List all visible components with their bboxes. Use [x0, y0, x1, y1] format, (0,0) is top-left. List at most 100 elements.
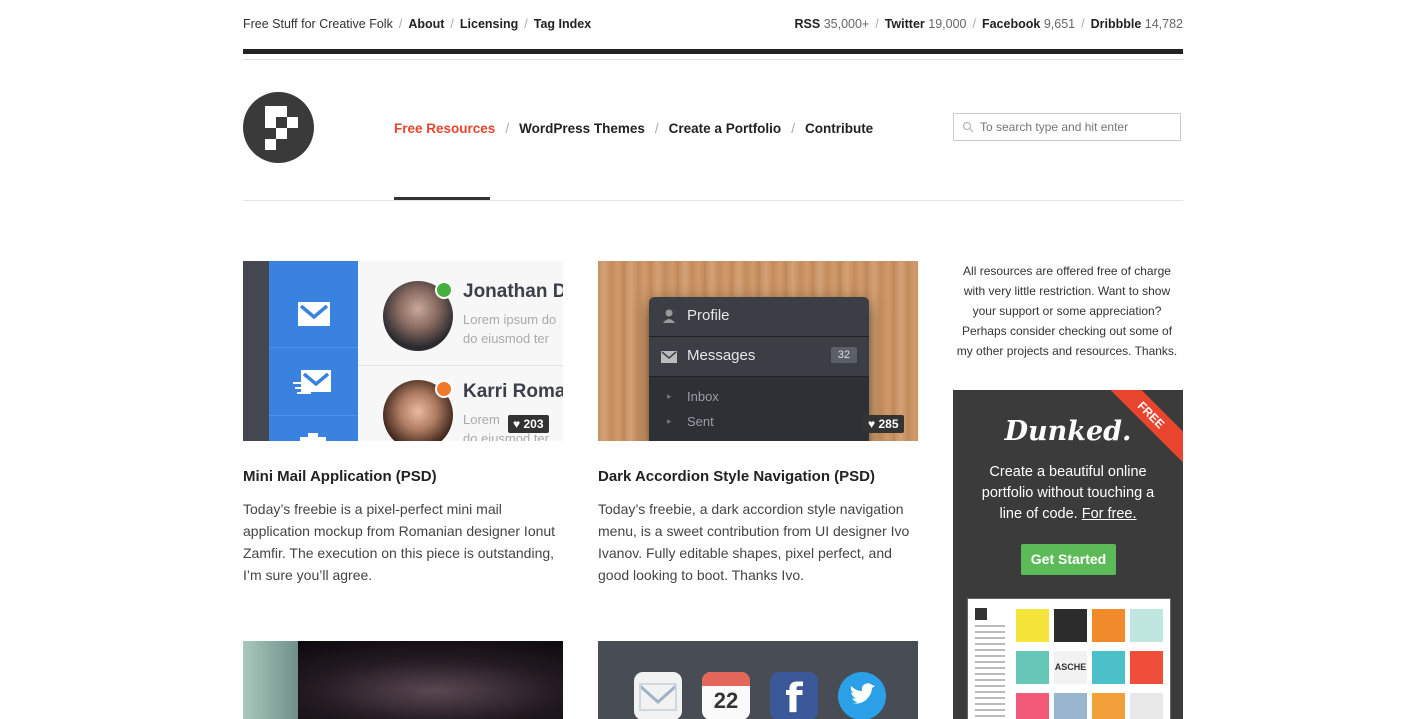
accordion-label: Messages	[687, 347, 756, 364]
chevron-right-icon: ▸	[667, 416, 672, 426]
mail-cell	[269, 348, 358, 416]
like-count-badge[interactable]: ♥ 203	[508, 415, 549, 433]
chevron-right-icon: ▸	[667, 391, 672, 401]
sidebar-intro: All resources are offered free of charge…	[956, 264, 1178, 358]
ad-portfolio-screenshot: ASCHE	[967, 598, 1171, 719]
contact-name: Karri Roman	[463, 381, 563, 402]
accordion-label: Profile	[687, 307, 730, 324]
calendar-app-icon: 22	[702, 672, 750, 719]
portfolio-tile	[1130, 651, 1163, 684]
submenu-item: Inbox	[687, 389, 719, 404]
top-link-tag-index[interactable]: Tag Index	[534, 17, 591, 31]
post-card-galaxy	[243, 641, 563, 719]
like-count: 285	[878, 417, 899, 431]
heart-icon: ♥	[513, 417, 521, 431]
ad-brand-logo: Dunked.	[1004, 416, 1132, 447]
portfolio-tile	[1092, 651, 1125, 684]
mail-sidebar-dark	[243, 261, 269, 441]
contact-preview: Lorem	[463, 412, 500, 427]
search-icon	[962, 121, 974, 133]
dunked-ad[interactable]: FREE Dunked. Create a beautiful online p…	[953, 390, 1183, 719]
submenu-item: Sent	[687, 414, 714, 429]
top-link-about[interactable]: About	[408, 17, 444, 31]
post-excerpt: Today’s freebie, a dark accordion style …	[598, 501, 910, 583]
post-excerpt: Today’s freebie is a pixel-perfect mini …	[243, 501, 556, 583]
user-icon	[663, 309, 675, 323]
mail-icon	[298, 302, 330, 326]
facebook-app-icon: f	[770, 672, 818, 719]
calendar-header	[702, 672, 750, 686]
post-thumbnail-mini-mail[interactable]: Jonathan D Lorem ipsum do do eiusmod ter…	[243, 261, 563, 441]
top-divider-thick	[243, 49, 1183, 54]
galaxy-image	[243, 641, 563, 719]
envelope-icon	[661, 351, 677, 363]
site-logo[interactable]	[243, 92, 314, 163]
portfolio-tile	[1130, 693, 1163, 719]
main-nav: Free Resources / WordPress Themes / Create a…	[394, 121, 874, 136]
post-thumbnail-icons[interactable]: 22 f	[598, 641, 918, 719]
accordion-row: Messages 32	[649, 337, 869, 377]
stat-dribbble-label[interactable]: Dribbble	[1091, 17, 1142, 31]
nav-wordpress-themes[interactable]: WordPress Themes	[519, 121, 645, 136]
header-divider	[243, 200, 1183, 201]
search-box[interactable]	[953, 113, 1181, 141]
heart-icon: ♥	[868, 417, 876, 431]
calendar-day: 22	[713, 688, 739, 713]
mail-cell	[269, 280, 358, 348]
get-started-button[interactable]: Get Started	[1021, 544, 1116, 575]
post-thumbnail-galaxy[interactable]	[243, 641, 563, 719]
top-bar: Free Stuff for Creative Folk / About / Licen…	[243, 0, 1183, 48]
mail-contacts-panel: Jonathan D Lorem ipsum do do eiusmod ter…	[358, 261, 563, 441]
contact-preview: Lorem ipsum do	[463, 312, 557, 327]
portfolio-tile	[1016, 651, 1049, 684]
stat-dribbble-value: 14,782	[1144, 17, 1183, 31]
contact-name: Jonathan D	[463, 281, 563, 302]
accordion-row: Profile	[649, 297, 869, 337]
contact-preview: do eiusmod ter	[463, 331, 549, 346]
portfolio-tile	[1016, 693, 1049, 719]
portfolio-tile	[1130, 609, 1163, 642]
stat-rss-value: 35,000+	[823, 17, 870, 31]
nav-create-portfolio[interactable]: Create a Portfolio	[669, 121, 782, 136]
portfolio-tile: ASCHE	[1054, 651, 1087, 684]
stat-twitter-label[interactable]: Twitter	[885, 17, 925, 31]
stat-rss-label[interactable]: RSS	[795, 17, 821, 31]
top-link-licensing[interactable]: Licensing	[460, 17, 518, 31]
ad-pitch-link[interactable]: For free.	[1082, 506, 1137, 522]
galaxy-edge	[243, 641, 298, 719]
nav-contribute[interactable]: Contribute	[805, 121, 873, 136]
portfolio-tile	[1092, 609, 1125, 642]
post-thumbnail-dark-accordion[interactable]: Profile Messages 32 ▸ Inbox ▸ Sent ♥ 285	[598, 261, 918, 441]
post-card-icons: 22 f	[598, 641, 918, 719]
mail-sidebar-blue	[269, 261, 358, 441]
portfolio-tile	[1054, 693, 1087, 719]
portfolio-tile	[1016, 609, 1049, 642]
accordion-menu-mockup: Profile Messages 32 ▸ Inbox ▸ Sent	[649, 297, 869, 441]
ad-pitch: Create a beautiful online portfolio with…	[973, 462, 1163, 525]
search-input[interactable]	[980, 117, 1175, 137]
social-stats: RSS 35,000+ / Twitter 19,000/Facebook 9,65…	[794, 17, 1184, 31]
nav-free-resources[interactable]: Free Resources	[394, 121, 495, 136]
like-count-badge[interactable]: ♥ 285	[863, 415, 904, 433]
trash-icon	[300, 433, 326, 441]
post-title[interactable]: Dark Accordion Style Navigation (PSD)	[598, 468, 875, 485]
portfolio-tile	[1054, 609, 1087, 642]
tagline: Free Stuff for Creative Folk	[243, 17, 393, 31]
stat-facebook-value: 9,651	[1043, 17, 1076, 31]
stat-twitter-value: 19,000	[928, 17, 967, 31]
mail-fast-icon	[293, 370, 331, 394]
away-status-dot	[435, 380, 453, 398]
top-links: Free Stuff for Creative Folk / About / Licen…	[243, 17, 592, 31]
stat-facebook-label[interactable]: Facebook	[982, 17, 1040, 31]
like-count: 203	[523, 417, 544, 431]
contact-divider	[358, 365, 563, 366]
top-divider-thin	[243, 59, 1183, 60]
message-count-badge: 32	[830, 347, 857, 363]
online-status-dot	[435, 281, 453, 299]
twitter-app-icon	[838, 672, 886, 719]
portfolio-tile	[1092, 693, 1125, 719]
mail-app-icon	[634, 672, 682, 719]
post-title[interactable]: Mini Mail Application (PSD)	[243, 468, 437, 485]
portfolio-sidebar-lines	[975, 625, 1005, 719]
portfolio-logo	[975, 608, 987, 620]
